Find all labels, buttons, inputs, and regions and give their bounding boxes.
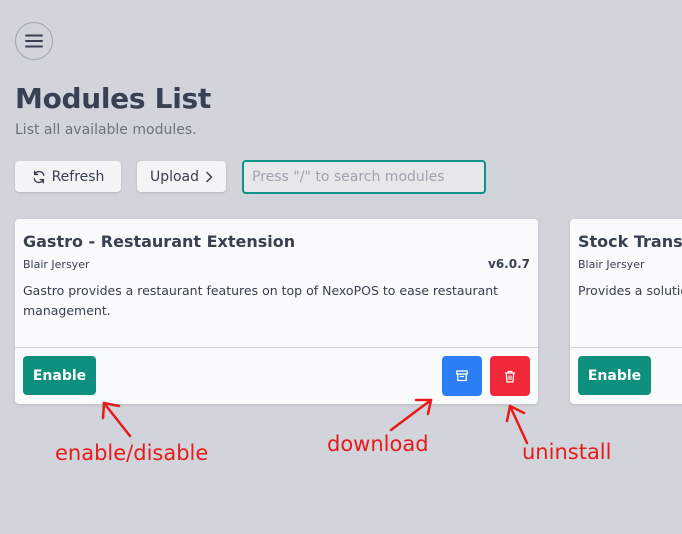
- arrow-download: [389, 398, 433, 432]
- annotation-uninstall: uninstall: [522, 440, 612, 464]
- arrow-enable: [101, 401, 132, 438]
- annotation-download: download: [327, 432, 429, 456]
- annotation-enable-disable: enable/disable: [55, 441, 209, 465]
- arrow-uninstall: [505, 404, 529, 445]
